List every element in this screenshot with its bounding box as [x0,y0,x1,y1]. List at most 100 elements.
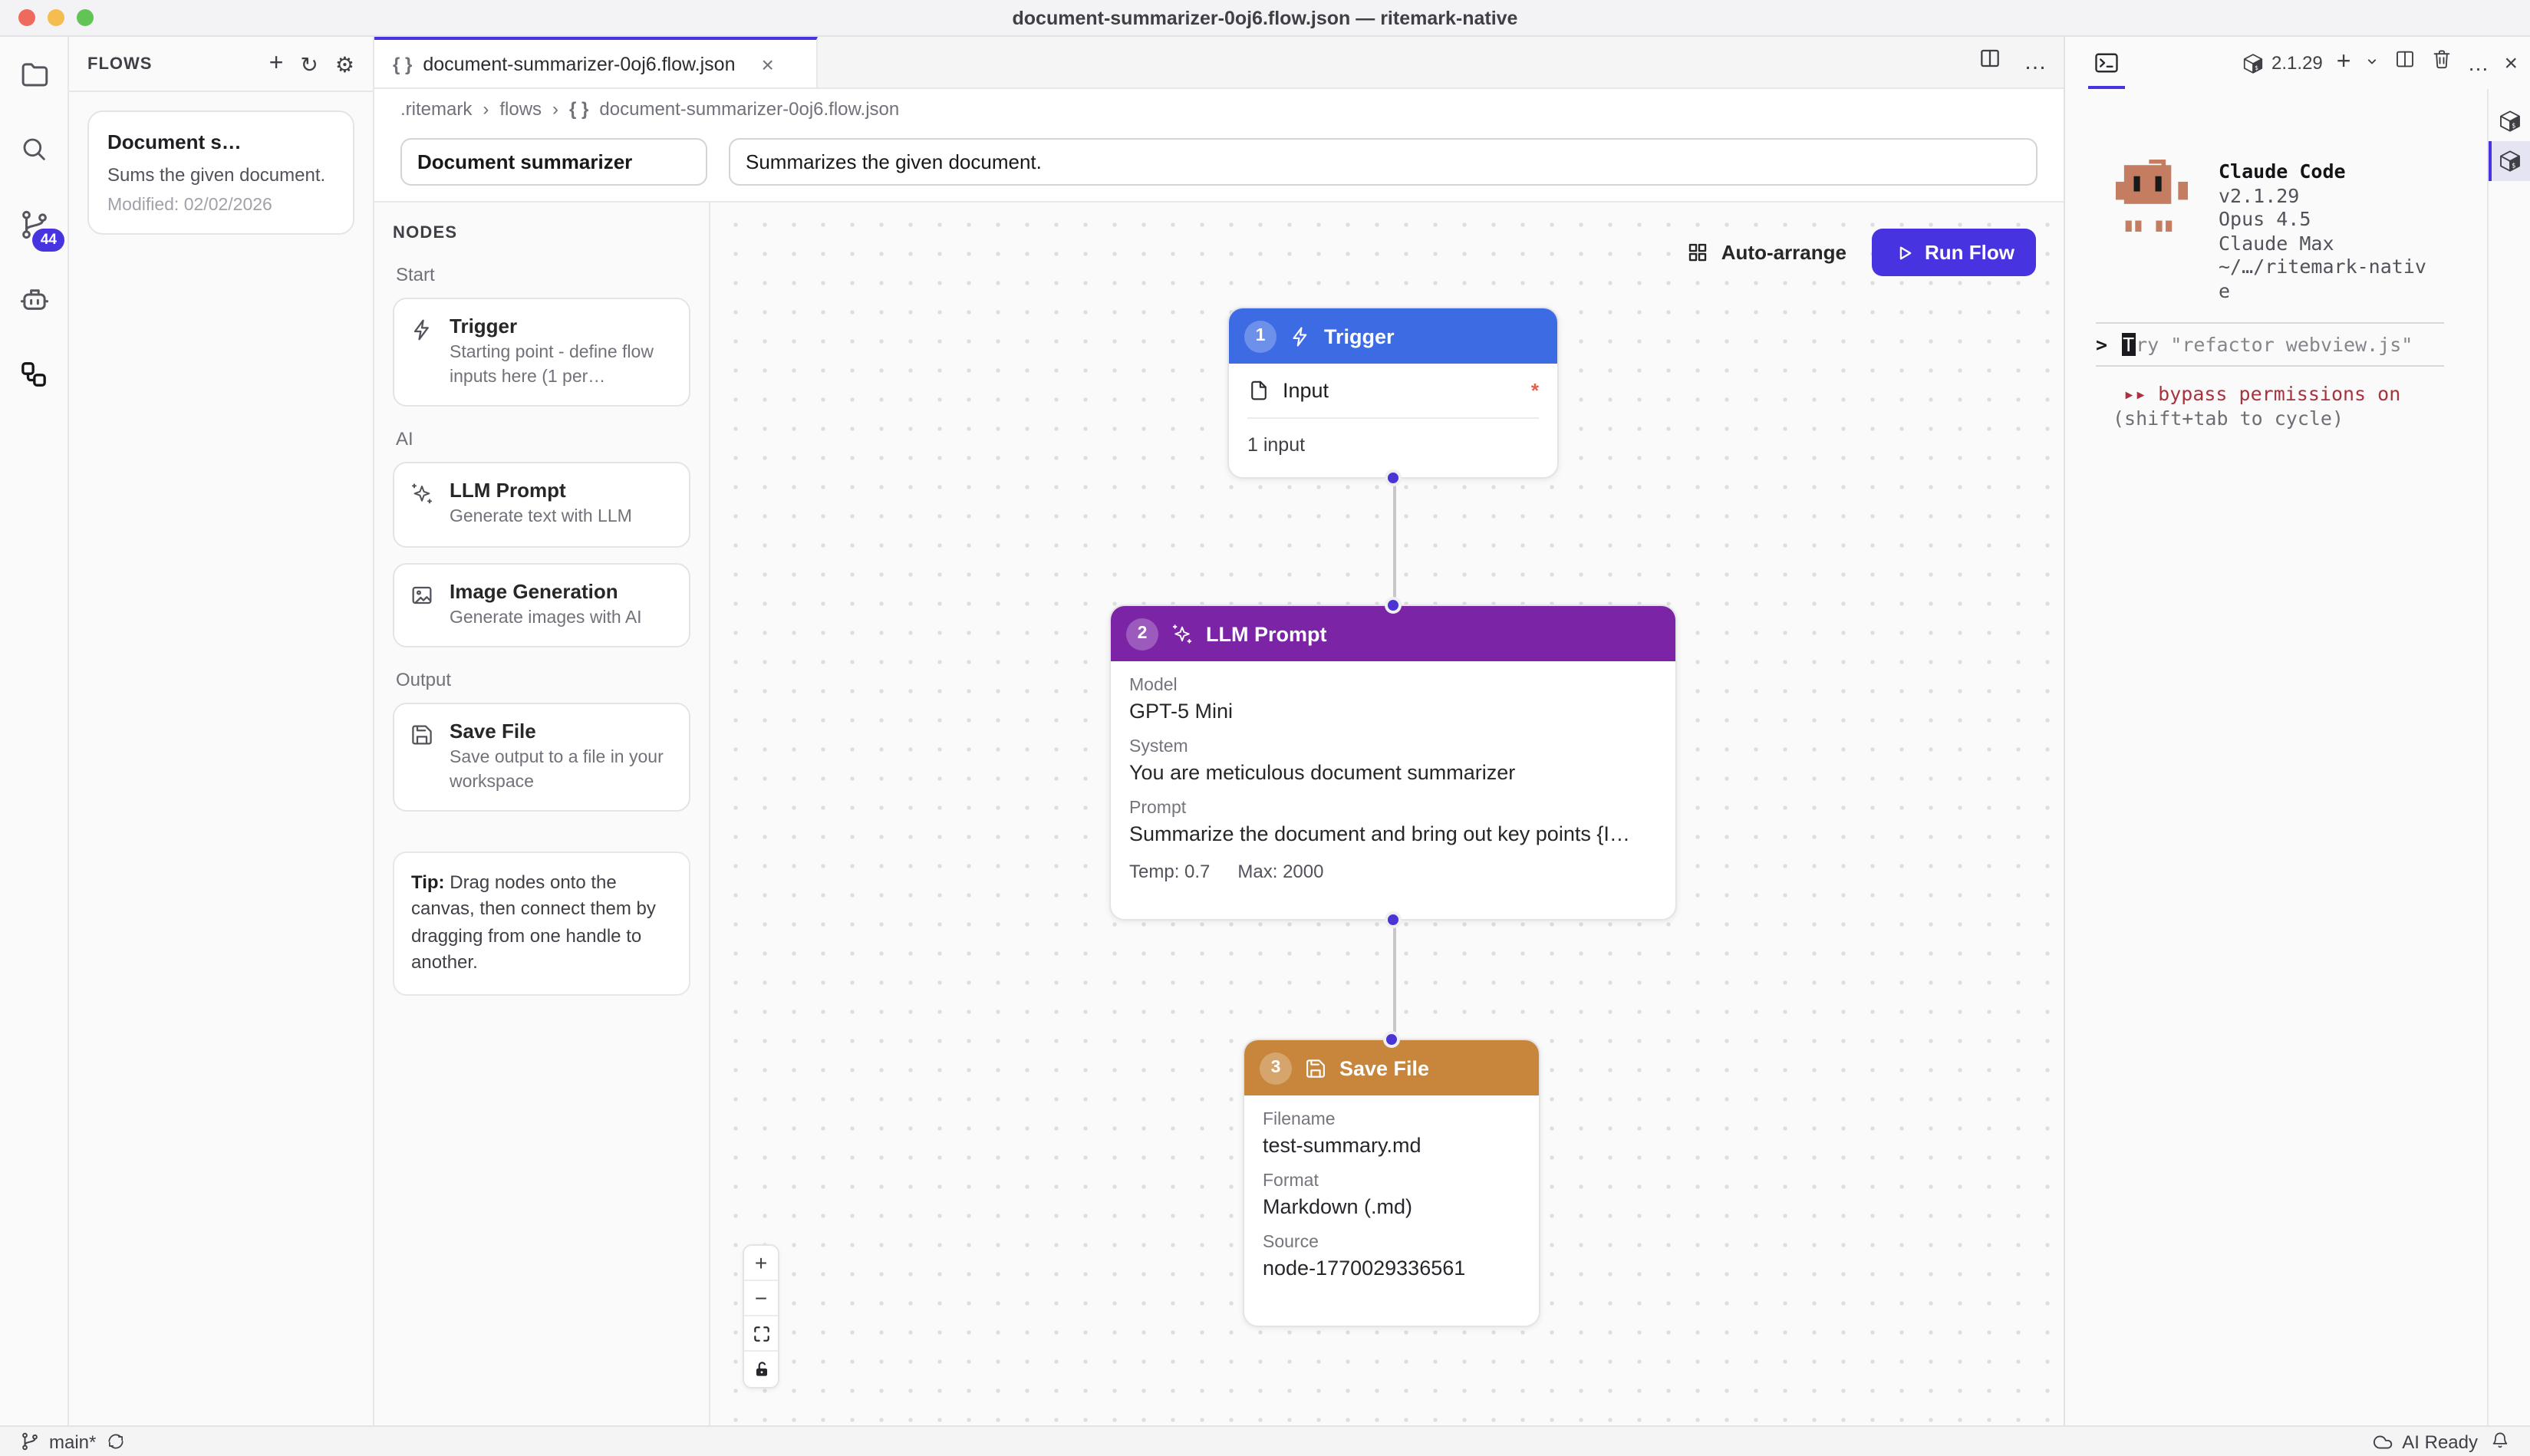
breadcrumb-file[interactable]: document-summarizer-0oj6.flow.json [599,98,899,120]
zoom-out-button[interactable]: − [744,1281,778,1316]
palette-card-image-generation[interactable]: Image Generation Generate images with AI [393,562,690,647]
claude-prompt-input[interactable]: > Try "refactor webview.js" [2096,321,2444,366]
auto-arrange-label: Auto-arrange [1721,241,1846,264]
node-title: Trigger [1324,324,1395,348]
save-icon [1304,1056,1327,1079]
sync-icon [105,1431,125,1451]
palette-card-description: Save output to a file in your workspace [450,747,674,795]
new-terminal-dropdown[interactable] [2364,49,2380,77]
title-bar: document-summarizer-0oj6.flow.json — rit… [0,0,2530,37]
tab-label: document-summarizer-0oj6.flow.json [423,53,735,74]
source-value: node-1770029336561 [1263,1257,1520,1280]
breadcrumb[interactable]: .ritemark › flows › { } document-summari… [374,89,2064,129]
tab-flow-file[interactable]: { } document-summarizer-0oj6.flow.json × [374,37,818,87]
explorer-tab[interactable] [15,55,52,92]
refresh-flows-button[interactable]: ↻ [300,53,318,74]
split-terminal-button[interactable] [2393,48,2416,78]
window-controls [18,0,94,35]
bypass-text: bypass permissions on [2146,381,2400,404]
activity-bar: 44 [0,37,69,1425]
minus-icon: − [755,1287,767,1309]
flows-settings-button[interactable]: ⚙ [335,53,354,74]
chevron-down-icon [2364,54,2380,69]
minimize-window-button[interactable] [48,9,64,26]
palette-card-trigger[interactable]: Trigger Starting point - define flow inp… [393,298,690,407]
filename-label: Filename [1263,1111,1520,1129]
trigger-output-handle[interactable] [1385,469,1402,486]
breadcrumb-root[interactable]: .ritemark [400,98,472,120]
node-number-badge: 2 [1126,618,1158,650]
close-panel-button[interactable]: × [2504,51,2518,74]
more-actions-button[interactable]: … [2024,51,2048,74]
system-label: System [1129,738,1657,756]
ai-status-item[interactable]: AI Ready [2371,1431,2478,1452]
bypass-hint: (shift+tab to cycle) [2113,406,2487,430]
palette-card-title: Save File [450,720,674,743]
trash-icon [2430,48,2453,71]
search-icon [25,140,44,159]
flow-canvas[interactable]: Auto-arrange Run Flow 1 [710,203,2064,1425]
branch-status-item[interactable]: main* [20,1431,125,1452]
ai-assistant-tab[interactable] [15,281,52,318]
source-control-tab[interactable]: 44 [15,206,52,242]
tab-strip: { } document-summarizer-0oj6.flow.json ×… [374,37,2064,89]
terminal-list-item-active[interactable] [2489,141,2530,181]
terminal-list [2487,89,2530,1425]
palette-card-llm-prompt[interactable]: LLM Prompt Generate text with LLM [393,462,690,547]
lock-icon [751,1359,771,1379]
gear-icon: ⚙ [335,53,354,74]
flow-list-item[interactable]: Document s… Sums the given document. Mod… [87,110,354,235]
terminal-tab[interactable] [2085,37,2128,89]
filename-value: test-summary.md [1263,1134,1520,1157]
system-value: You are meticulous document summarizer [1129,761,1657,784]
flows-tab[interactable] [15,356,52,393]
node-llm-prompt[interactable]: 2 LLM Prompt Model GPT-5 Mini System You… [1109,604,1677,921]
flow-description-input[interactable] [729,138,2038,186]
split-editor-icon [1982,51,1998,66]
zap-icon [410,318,434,390]
split-editor-button[interactable] [1978,46,2002,78]
claude-title: Claude Code [2219,160,2426,183]
fit-view-icon [751,1323,771,1343]
tip-text: Drag nodes onto the canvas, then connect… [411,871,656,973]
search-tab[interactable] [15,130,52,167]
terminal-more-button[interactable]: … [2467,52,2490,74]
section-label-ai: AI [396,428,687,450]
run-flow-label: Run Flow [1925,241,2014,264]
flow-icon [23,364,44,385]
node-number-badge: 1 [1244,320,1277,352]
terminal-content[interactable]: Claude Code v2.1.29 Opus 4.5 Claude Max … [2065,89,2487,1425]
claude-version-indicator[interactable]: 2.1.29 [2241,51,2323,74]
zoom-in-button[interactable]: + [744,1246,778,1281]
sparkles-icon [1171,622,1194,645]
breadcrumb-folder[interactable]: flows [499,98,542,120]
claude-cube-icon [2497,109,2522,133]
save-icon [410,723,434,795]
new-flow-button[interactable]: + [269,51,284,76]
run-flow-button[interactable]: Run Flow [1871,229,2036,276]
close-window-button[interactable] [18,9,35,26]
terminal-list-item[interactable] [2489,101,2530,141]
node-trigger[interactable]: 1 Trigger Input * 1 input [1227,307,1559,479]
notifications-button[interactable] [2490,1429,2510,1454]
llm-input-handle[interactable] [1385,597,1402,614]
maximize-window-button[interactable] [77,9,94,26]
palette-tip: Tip: Drag nodes onto the canvas, then co… [393,852,690,995]
kill-terminal-button[interactable] [2430,48,2453,78]
close-tab-icon[interactable]: × [762,51,774,76]
palette-card-save-file[interactable]: Save File Save output to a file in your … [393,703,690,812]
play-icon [1893,242,1914,263]
fit-view-button[interactable] [744,1316,778,1352]
palette-card-title: LLM Prompt [450,479,632,502]
llm-output-handle[interactable] [1385,911,1402,928]
flow-name-input[interactable] [400,138,707,186]
bypass-arrows: ▸▸ [2123,381,2146,404]
required-asterisk: * [1531,379,1539,402]
sparkles-icon [410,482,434,530]
new-terminal-button[interactable]: + [2337,51,2351,75]
save-input-handle[interactable] [1383,1031,1400,1048]
node-save-file[interactable]: 3 Save File Filename test-summary.md For… [1243,1039,1540,1327]
lock-canvas-button[interactable] [744,1352,778,1387]
claude-plan: Claude Max [2219,232,2426,255]
auto-arrange-button[interactable]: Auto-arrange [1686,241,1846,264]
